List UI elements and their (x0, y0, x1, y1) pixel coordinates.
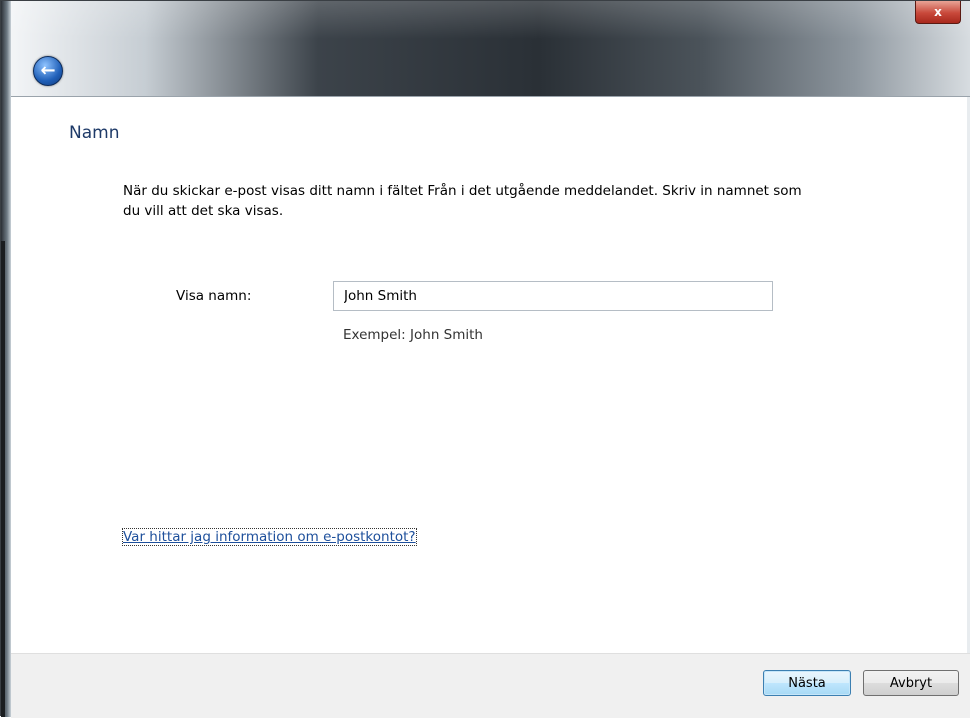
title-bar: ← (11, 1, 970, 97)
window-left-frame (1, 1, 11, 717)
wizard-window: ← x Namn När du skickar e-post visas dit… (0, 0, 970, 718)
close-button[interactable]: x (915, 1, 961, 24)
cancel-button[interactable]: Avbryt (863, 670, 959, 696)
example-text: Exempel: John Smith (343, 327, 483, 343)
display-name-input[interactable] (333, 281, 773, 311)
back-button[interactable]: ← (33, 56, 63, 86)
display-name-label: Visa namn: (176, 288, 252, 304)
page-title: Namn (69, 123, 120, 143)
next-button[interactable]: Nästa (763, 670, 851, 696)
close-icon: x (934, 5, 942, 19)
account-info-help-link[interactable]: Var hittar jag information om e-postkont… (122, 528, 417, 546)
back-arrow-icon: ← (40, 60, 56, 81)
instruction-text: När du skickar e-post visas ditt namn i … (123, 183, 802, 219)
